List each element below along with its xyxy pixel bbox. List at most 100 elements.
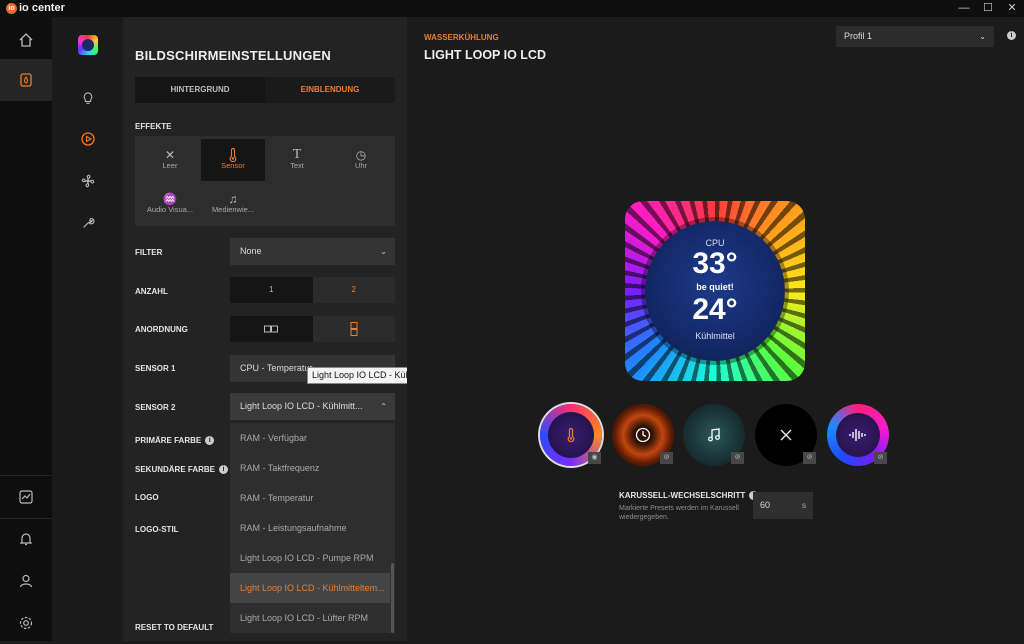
rail-home[interactable] [0, 19, 52, 61]
info-icon[interactable]: i [205, 436, 215, 446]
carousel-value: 60 [760, 500, 771, 510]
bulb-icon [83, 92, 92, 104]
chevron-up-icon: ⌃ [380, 402, 387, 411]
effect-empty[interactable]: ✕ Leer [138, 139, 202, 181]
effect-audio-visualizer[interactable]: ♒ Audio Visua... [138, 183, 202, 225]
count-option-1[interactable]: 1 [230, 277, 313, 303]
arrangement-vertical[interactable] [312, 316, 395, 342]
lcd-bottom-value: 24° [692, 293, 738, 326]
app-name: io center [19, 2, 65, 14]
device-subnav [52, 17, 123, 641]
dropdown-scrollbar[interactable] [391, 563, 394, 633]
panel-title: BILDSCHIRMEINSTELLUNGEN [135, 48, 331, 63]
dropdown-option-selected[interactable]: Light Loop IO LCD - Kühlmitteltem... [230, 573, 390, 603]
eye-off-icon[interactable]: ⊘ [731, 452, 744, 464]
lcd-preview: CPU 33° be quiet! 24° Kühlmittel [625, 201, 805, 381]
effects-grid: ✕ Leer Sensor T Text ◷ Uhr ♒ Audio Visua… [135, 136, 395, 226]
tab-overlay[interactable]: EINBLENDUNG [265, 77, 395, 103]
device-icon [20, 73, 32, 87]
profile-value: Profil 1 [844, 31, 873, 41]
rail-notifications[interactable] [0, 518, 52, 560]
reset-default-button[interactable]: RESET TO DEFAULT [135, 623, 213, 632]
user-icon [19, 574, 33, 588]
sensor2-value: Light Loop IO LCD - Kühlmitt... [240, 401, 363, 411]
rail-monitoring[interactable] [0, 476, 52, 518]
eye-off-icon[interactable]: ⊘ [803, 452, 816, 464]
sensor1-value: CPU - Temperatur [240, 363, 313, 373]
minimize-button[interactable]: — [952, 0, 976, 17]
music-icon: ♫ [228, 192, 238, 206]
main-rail [0, 17, 52, 641]
count-option-2[interactable]: 2 [312, 277, 395, 303]
subnav-display[interactable] [52, 119, 123, 159]
chevron-down-icon: ⌄ [979, 32, 986, 41]
carousel-unit: s [802, 501, 806, 510]
carousel-description: Markierte Presets werden im Karussell wi… [619, 505, 739, 521]
clock-icon: ◷ [355, 148, 367, 162]
effect-label: Text [290, 161, 304, 170]
audio-wave-icon [849, 429, 866, 441]
effect-media-playback[interactable]: ♫ Medienwie... [201, 183, 265, 225]
carousel-interval-input[interactable]: 60 s [753, 492, 813, 519]
info-icon[interactable]: i [1007, 31, 1016, 40]
arrangement-toggle [230, 316, 395, 342]
panel-tabs: HINTERGRUND EINBLENDUNG [135, 77, 395, 103]
device-title: LIGHT LOOP IO LCD [424, 48, 546, 62]
subnav-lighting[interactable] [52, 78, 123, 118]
effects-label: EFFEKTE [135, 122, 172, 131]
sensor2-select[interactable]: Light Loop IO LCD - Kühlmitt... ⌃ [230, 393, 395, 420]
thermometer-icon [567, 427, 575, 443]
rail-settings[interactable] [0, 602, 52, 644]
filter-value: None [240, 246, 262, 256]
fan-icon [81, 174, 94, 188]
close-icon [780, 429, 792, 441]
carousel-label: KARUSSELL-WECHSELSCHRITT [619, 491, 746, 500]
sensor2-label: SENSOR 2 [135, 403, 176, 412]
profile-select[interactable]: Profil 1 ⌄ [836, 26, 994, 47]
tab-background[interactable]: HINTERGRUND [135, 77, 265, 103]
dropdown-option[interactable]: RAM - Verfügbar [230, 423, 390, 453]
monitoring-icon [19, 490, 33, 504]
arrangement-horizontal[interactable] [230, 316, 313, 342]
dropdown-option[interactable]: RAM - Temperatur [230, 483, 390, 513]
music-icon [708, 428, 720, 442]
effect-label: Medienwie... [211, 205, 255, 214]
audio-wave-icon: ♒ [162, 192, 178, 206]
subnav-lcd[interactable] [52, 25, 123, 65]
logo-label: LOGO [135, 493, 159, 502]
maximize-button[interactable]: ☐ [976, 0, 1000, 17]
effect-sensor[interactable]: Sensor [201, 139, 265, 181]
info-icon[interactable]: i [219, 465, 229, 475]
rail-device[interactable] [0, 59, 52, 101]
subnav-tools[interactable] [52, 203, 123, 243]
effect-label: Uhr [354, 161, 368, 170]
primary-color-row: PRIMÄRE FARBE i [135, 436, 215, 446]
device-main: WASSERKÜHLUNG LIGHT LOOP IO LCD Profil 1… [407, 17, 1024, 641]
filter-select[interactable]: None ⌄ [230, 238, 395, 265]
carousel-row: KARUSSELL-WECHSELSCHRITTi [619, 491, 759, 501]
chevron-down-icon: ⌄ [380, 247, 387, 256]
clock-icon [635, 427, 651, 443]
lcd-top-value: 33° [692, 247, 738, 280]
text-icon: T [292, 147, 302, 162]
close-window-button[interactable]: ✕ [1000, 0, 1024, 17]
eye-off-icon[interactable]: ⊘ [660, 452, 673, 464]
eye-off-icon[interactable]: ⊘ [874, 452, 887, 464]
dropdown-option[interactable]: Light Loop IO LCD - Lüfter RPM [230, 603, 390, 633]
sensor1-label: SENSOR 1 [135, 364, 176, 373]
effect-label: Audio Visua... [146, 205, 194, 214]
effect-clock[interactable]: ◷ Uhr [329, 139, 393, 181]
sensor2-dropdown: RAM - Verfügbar RAM - Taktfrequenz RAM -… [230, 423, 395, 633]
arrangement-label: ANORDNUNG [135, 325, 188, 334]
eye-icon[interactable]: ◉ [588, 452, 601, 464]
bell-icon [19, 533, 33, 546]
dropdown-option[interactable]: RAM - Leistungsaufnahme [230, 513, 390, 543]
effect-text[interactable]: T Text [265, 139, 329, 181]
dropdown-option[interactable]: Light Loop IO LCD - Pumpe RPM [230, 543, 390, 573]
rail-account[interactable] [0, 560, 52, 602]
settings-panel: BILDSCHIRMEINSTELLUNGEN HINTERGRUND EINB… [123, 17, 407, 641]
dropdown-option[interactable]: RAM - Taktfrequenz [230, 453, 390, 483]
title-bar: io io center — ☐ ✕ [0, 0, 1024, 17]
display-icon [80, 132, 95, 146]
subnav-fans[interactable] [52, 161, 123, 201]
